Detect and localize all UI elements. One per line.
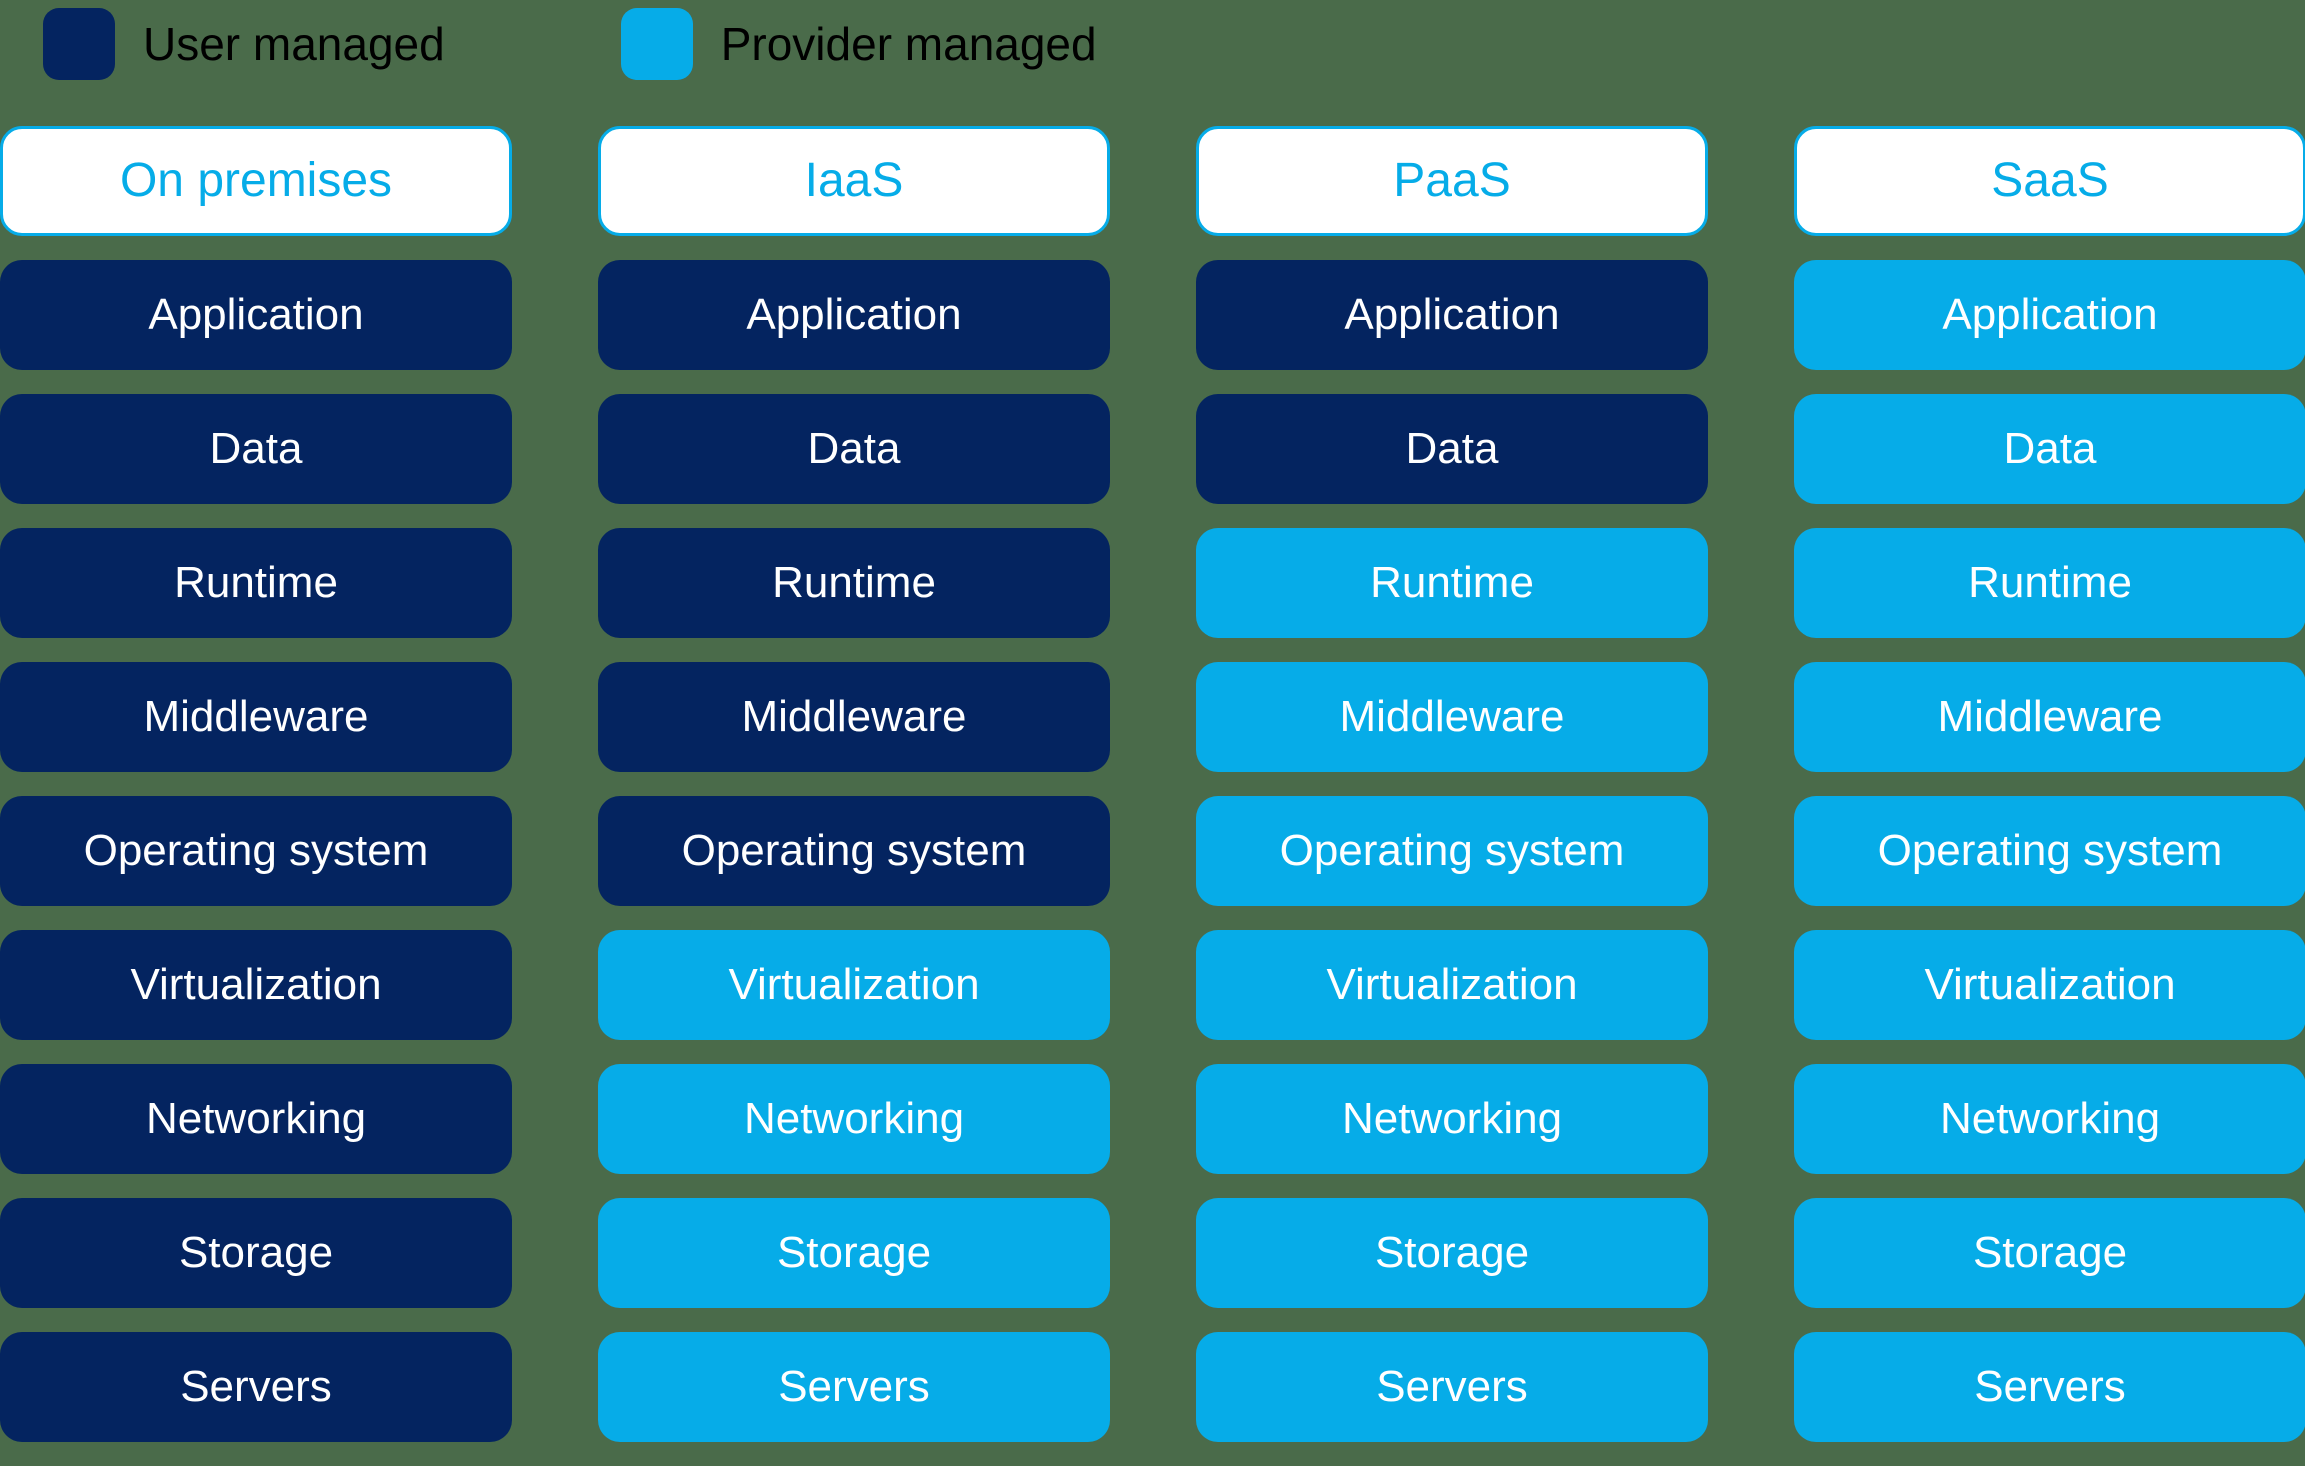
stack-cell-label: Storage	[776, 1228, 932, 1277]
stack-cell-servers: Servers	[0, 1332, 512, 1442]
stack-cell-virtualization: Virtualization	[598, 930, 1110, 1040]
stack-cell-label: Storage	[1972, 1228, 2128, 1277]
stack-cell-label: Storage	[1374, 1228, 1530, 1277]
stack-cell-label: Runtime	[1968, 558, 2132, 607]
stack-cell-label: Virtualization	[1924, 960, 2176, 1009]
stack-cell-networking: Networking	[1196, 1064, 1708, 1174]
column-header-paas: PaaS	[1196, 126, 1708, 236]
stack-cell-label: Networking	[1939, 1094, 2161, 1143]
stack-cell-label: Application	[1344, 290, 1560, 339]
column-on-premises: On premises Application Data Runtime Mid…	[0, 126, 512, 1466]
stack-cell-runtime: Runtime	[1196, 528, 1708, 638]
stack-cell-servers: Servers	[1794, 1332, 2305, 1442]
stack-cell-label: Middleware	[1339, 692, 1565, 741]
legend-item-user-managed: User managed	[43, 8, 445, 80]
stack-cell-label: Networking	[1341, 1094, 1563, 1143]
stack-cell-label: Data	[1405, 424, 1499, 473]
stack-cell-label: Runtime	[1370, 558, 1534, 607]
stack-cell-label: Servers	[1974, 1362, 2126, 1411]
stack-cell-storage: Storage	[0, 1198, 512, 1308]
stack-cell-networking: Networking	[0, 1064, 512, 1174]
stack-cell-label: Middleware	[741, 692, 967, 741]
stack-cell-label: Virtualization	[728, 960, 980, 1009]
stack-cell-label: Runtime	[772, 558, 936, 607]
user-managed-color-swatch	[43, 8, 115, 80]
stack-cell-virtualization: Virtualization	[0, 930, 512, 1040]
column-header-label: SaaS	[1991, 154, 2109, 207]
stack-cell-operating-system: Operating system	[1196, 796, 1708, 906]
stack-cell-middleware: Middleware	[1196, 662, 1708, 772]
stack-cell-networking: Networking	[1794, 1064, 2305, 1174]
stack-cell-label: Data	[209, 424, 303, 473]
provider-managed-color-swatch	[620, 8, 693, 80]
stack-cell-label: Virtualization	[1326, 960, 1578, 1009]
column-iaas: IaaS Application Data Runtime Middleware…	[598, 126, 1110, 1466]
stack-cell-middleware: Middleware	[598, 662, 1110, 772]
stack-cell-label: Operating system	[681, 826, 1027, 875]
stack-cell-storage: Storage	[1794, 1198, 2305, 1308]
column-header-label: PaaS	[1393, 154, 1511, 207]
stack-cell-middleware: Middleware	[1794, 662, 2305, 772]
column-header-saas: SaaS	[1794, 126, 2305, 236]
stack-cell-operating-system: Operating system	[598, 796, 1110, 906]
legend: User managed Provider managed	[0, 0, 2305, 88]
stack-cell-label: Servers	[778, 1362, 930, 1411]
stack-cell-data: Data	[0, 394, 512, 504]
stack-cell-label: Servers	[180, 1362, 332, 1411]
stack-cell-runtime: Runtime	[598, 528, 1110, 638]
service-model-columns: On premises Application Data Runtime Mid…	[0, 126, 2305, 1466]
stack-cell-data: Data	[1794, 394, 2305, 504]
column-header-iaas: IaaS	[598, 126, 1110, 236]
stack-cell-label: Servers	[1376, 1362, 1528, 1411]
stack-cell-label: Networking	[145, 1094, 367, 1143]
cloud-service-model-responsibility-diagram: User managed Provider managed On premise…	[0, 0, 2305, 1450]
stack-cell-label: Operating system	[83, 826, 429, 875]
stack-cell-application: Application	[1196, 260, 1708, 370]
stack-cell-runtime: Runtime	[0, 528, 512, 638]
stack-cell-label: Operating system	[1279, 826, 1625, 875]
legend-item-provider-managed: Provider managed	[620, 8, 1097, 80]
stack-cell-label: Storage	[178, 1228, 334, 1277]
legend-label-provider-managed: Provider managed	[720, 18, 1097, 70]
stack-cell-application: Application	[598, 260, 1110, 370]
stack-cell-operating-system: Operating system	[0, 796, 512, 906]
column-header-on-premises: On premises	[0, 126, 512, 236]
stack-cell-label: Application	[746, 290, 962, 339]
stack-cell-application: Application	[1794, 260, 2305, 370]
stack-cell-application: Application	[0, 260, 512, 370]
column-header-label: On premises	[119, 154, 393, 207]
stack-cell-storage: Storage	[1196, 1198, 1708, 1308]
stack-cell-runtime: Runtime	[1794, 528, 2305, 638]
stack-cell-label: Data	[807, 424, 901, 473]
column-paas: PaaS Application Data Runtime Middleware…	[1196, 126, 1708, 1466]
stack-cell-label: Middleware	[1937, 692, 2163, 741]
stack-cell-operating-system: Operating system	[1794, 796, 2305, 906]
stack-cell-label: Networking	[743, 1094, 965, 1143]
stack-cell-middleware: Middleware	[0, 662, 512, 772]
stack-cell-label: Middleware	[143, 692, 369, 741]
column-header-label: IaaS	[804, 154, 904, 207]
stack-cell-networking: Networking	[598, 1064, 1110, 1174]
stack-cell-servers: Servers	[598, 1332, 1110, 1442]
stack-cell-label: Virtualization	[130, 960, 382, 1009]
stack-cell-data: Data	[1196, 394, 1708, 504]
stack-cell-servers: Servers	[1196, 1332, 1708, 1442]
column-saas: SaaS Application Data Runtime Middleware…	[1794, 126, 2305, 1466]
stack-cell-virtualization: Virtualization	[1794, 930, 2305, 1040]
legend-label-user-managed: User managed	[143, 18, 445, 70]
stack-cell-label: Application	[148, 290, 364, 339]
stack-cell-virtualization: Virtualization	[1196, 930, 1708, 1040]
stack-cell-label: Application	[1942, 290, 2158, 339]
stack-cell-storage: Storage	[598, 1198, 1110, 1308]
stack-cell-label: Operating system	[1877, 826, 2223, 875]
stack-cell-data: Data	[598, 394, 1110, 504]
stack-cell-label: Runtime	[174, 558, 338, 607]
stack-cell-label: Data	[2003, 424, 2097, 473]
